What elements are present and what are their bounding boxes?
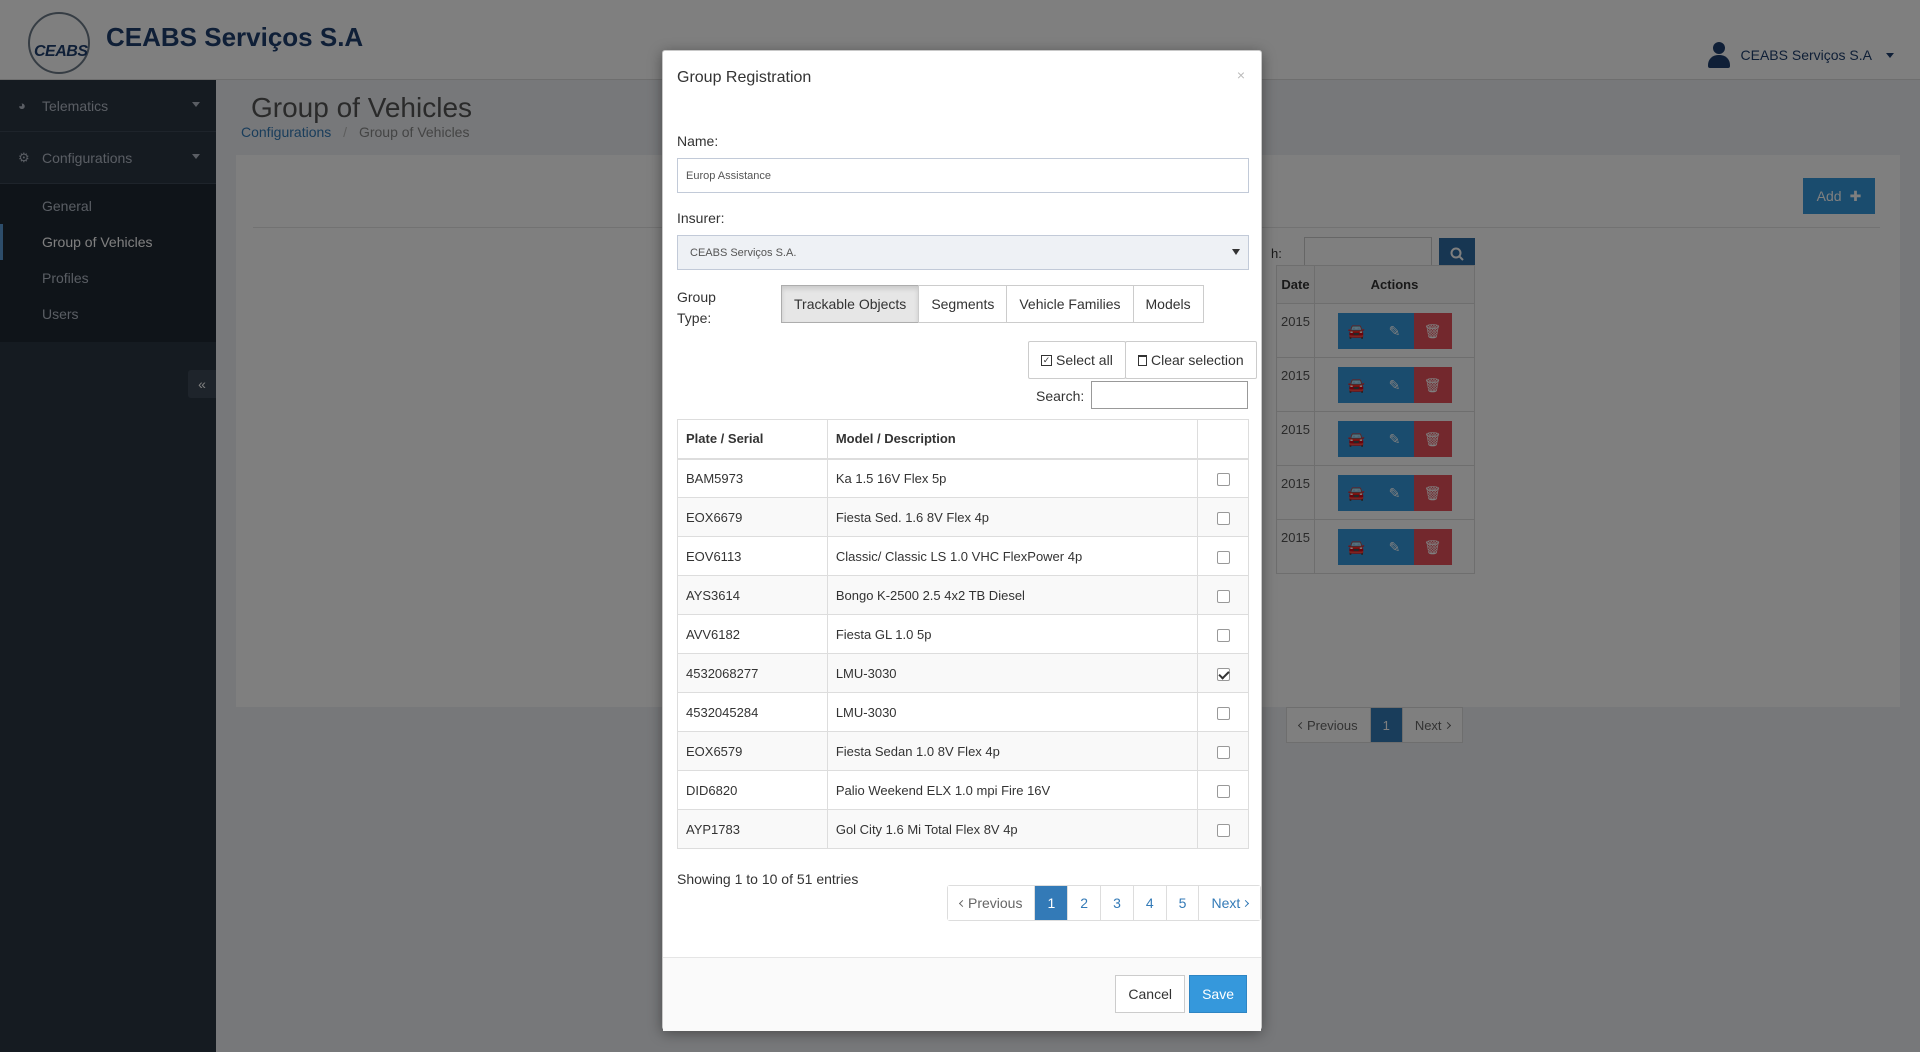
select-cell: [1197, 614, 1249, 654]
table-info: Showing 1 to 10 of 51 entries: [677, 871, 859, 887]
modal-title: Group Registration: [677, 69, 812, 86]
model-cell: Fiesta Sed. 1.6 8V Flex 4p: [826, 497, 1199, 537]
select-all-button[interactable]: ✓ Select all: [1028, 341, 1126, 379]
model-cell: LMU-3030: [826, 692, 1199, 732]
row-checkbox[interactable]: [1216, 706, 1230, 720]
model-cell: LMU-3030: [826, 653, 1199, 693]
table-row: EOX6579 Fiesta Sedan 1.0 8V Flex 4p: [677, 731, 1249, 771]
pagination-page-1[interactable]: 1: [1035, 886, 1069, 920]
plate-cell: DID6820: [677, 770, 828, 810]
save-button[interactable]: Save: [1189, 975, 1247, 1013]
table-row: 4532068277 LMU-3030: [677, 653, 1249, 693]
model-cell: Fiesta Sedan 1.0 8V Flex 4p: [826, 731, 1199, 771]
vehicles-table: Plate / Serial Model / Description BAM59…: [677, 419, 1249, 849]
model-cell: Gol City 1.6 Mi Total Flex 8V 4p: [826, 809, 1199, 849]
plate-cell: EOX6579: [677, 731, 828, 771]
select-cell: [1197, 458, 1249, 498]
close-icon[interactable]: ×: [1237, 67, 1245, 83]
checkbox-checked-icon: ✓: [1041, 354, 1052, 366]
column-header-plate[interactable]: Plate / Serial: [677, 419, 828, 460]
select-cell: [1197, 731, 1249, 771]
row-checkbox[interactable]: [1216, 667, 1230, 681]
table-row: EOX6679 Fiesta Sed. 1.6 8V Flex 4p: [677, 497, 1249, 537]
row-checkbox[interactable]: [1216, 511, 1230, 525]
group-type-segments[interactable]: Segments: [918, 285, 1008, 323]
clear-selection-label: Clear selection: [1151, 352, 1244, 368]
cancel-button[interactable]: Cancel: [1115, 975, 1185, 1013]
insurer-select[interactable]: CEABS Serviços S.A.: [677, 235, 1249, 270]
plate-cell: AVV6182: [677, 614, 828, 654]
dropdown-arrow-icon: [1232, 249, 1240, 255]
pagination-page-3[interactable]: 3: [1101, 886, 1134, 920]
select-cell: [1197, 536, 1249, 576]
plate-cell: BAM5973: [677, 458, 828, 498]
table-row: DID6820 Palio Weekend ELX 1.0 mpi Fire 1…: [677, 770, 1249, 810]
group-type-selector: Trackable Objects Segments Vehicle Famil…: [781, 285, 1204, 323]
model-cell: Fiesta GL 1.0 5p: [826, 614, 1199, 654]
row-checkbox[interactable]: [1216, 784, 1230, 798]
model-cell: Bongo K-2500 2.5 4x2 TB Diesel: [826, 575, 1199, 615]
plate-cell: EOX6679: [677, 497, 828, 537]
pagination-previous-label: Previous: [968, 895, 1023, 911]
row-checkbox[interactable]: [1216, 823, 1230, 837]
pagination-page-5[interactable]: 5: [1166, 886, 1200, 920]
table-row: AYS3614 Bongo K-2500 2.5 4x2 TB Diesel: [677, 575, 1249, 615]
column-header-select: [1197, 419, 1249, 460]
table-row: AYP1783 Gol City 1.6 Mi Total Flex 8V 4p: [677, 809, 1249, 849]
row-checkbox[interactable]: [1216, 589, 1230, 603]
table-row: BAM5973 Ka 1.5 16V Flex 5p: [677, 458, 1249, 498]
pagination-page-2[interactable]: 2: [1068, 886, 1102, 920]
pagination-previous[interactable]: Previous: [948, 886, 1036, 920]
search-label: Search:: [1036, 388, 1085, 404]
chevron-left-icon: [958, 899, 967, 907]
select-cell: [1197, 653, 1249, 693]
plate-cell: 4532045284: [677, 692, 828, 732]
pagination-next-label: Next: [1211, 895, 1241, 911]
group-type-label: Group Type:: [677, 289, 716, 326]
select-cell: [1197, 692, 1249, 732]
select-cell: [1197, 575, 1249, 615]
vehicles-pagination: Previous 1 2 3 4 5 Next: [947, 885, 1262, 921]
model-cell: Ka 1.5 16V Flex 5p: [826, 458, 1199, 498]
plate-cell: AYP1783: [677, 809, 828, 849]
table-row: 4532045284 LMU-3030: [677, 692, 1249, 732]
plate-cell: EOV6113: [677, 536, 828, 576]
group-type-models[interactable]: Models: [1132, 285, 1204, 323]
column-header-model[interactable]: Model / Description: [826, 419, 1199, 460]
insurer-selected-value: CEABS Serviços S.A.: [690, 246, 797, 259]
select-cell: [1197, 497, 1249, 537]
insurer-label: Insurer:: [677, 210, 725, 226]
plate-cell: 4532068277: [677, 653, 828, 693]
row-checkbox[interactable]: [1216, 745, 1230, 759]
modal-header: Group Registration ×: [663, 51, 1261, 109]
pagination-page-4[interactable]: 4: [1133, 886, 1167, 920]
group-type-vehicle-families[interactable]: Vehicle Families: [1006, 285, 1134, 323]
trash-icon: [1138, 354, 1147, 366]
row-checkbox[interactable]: [1216, 628, 1230, 642]
vehicle-search-input[interactable]: [1091, 381, 1248, 409]
plate-cell: AYS3614: [677, 575, 828, 615]
table-row: EOV6113 Classic/ Classic LS 1.0 VHC Flex…: [677, 536, 1249, 576]
name-input[interactable]: Europ Assistance: [677, 158, 1249, 193]
group-registration-dialog: Group Registration × Name: Europ Assista…: [662, 50, 1262, 1031]
select-cell: [1197, 770, 1249, 810]
model-cell: Classic/ Classic LS 1.0 VHC FlexPower 4p: [826, 536, 1199, 576]
chevron-right-icon: [1242, 899, 1250, 907]
select-cell: [1197, 809, 1249, 849]
pagination-next[interactable]: Next: [1199, 886, 1261, 920]
clear-selection-button[interactable]: Clear selection: [1125, 341, 1257, 379]
group-type-trackable-objects[interactable]: Trackable Objects: [781, 285, 920, 323]
row-checkbox[interactable]: [1216, 550, 1230, 564]
table-row: AVV6182 Fiesta GL 1.0 5p: [677, 614, 1249, 654]
model-cell: Palio Weekend ELX 1.0 mpi Fire 16V: [826, 770, 1199, 810]
row-checkbox[interactable]: [1216, 472, 1230, 486]
name-label: Name:: [677, 133, 719, 149]
modal-footer: Cancel Save: [663, 957, 1261, 1031]
select-all-label: Select all: [1056, 352, 1113, 368]
